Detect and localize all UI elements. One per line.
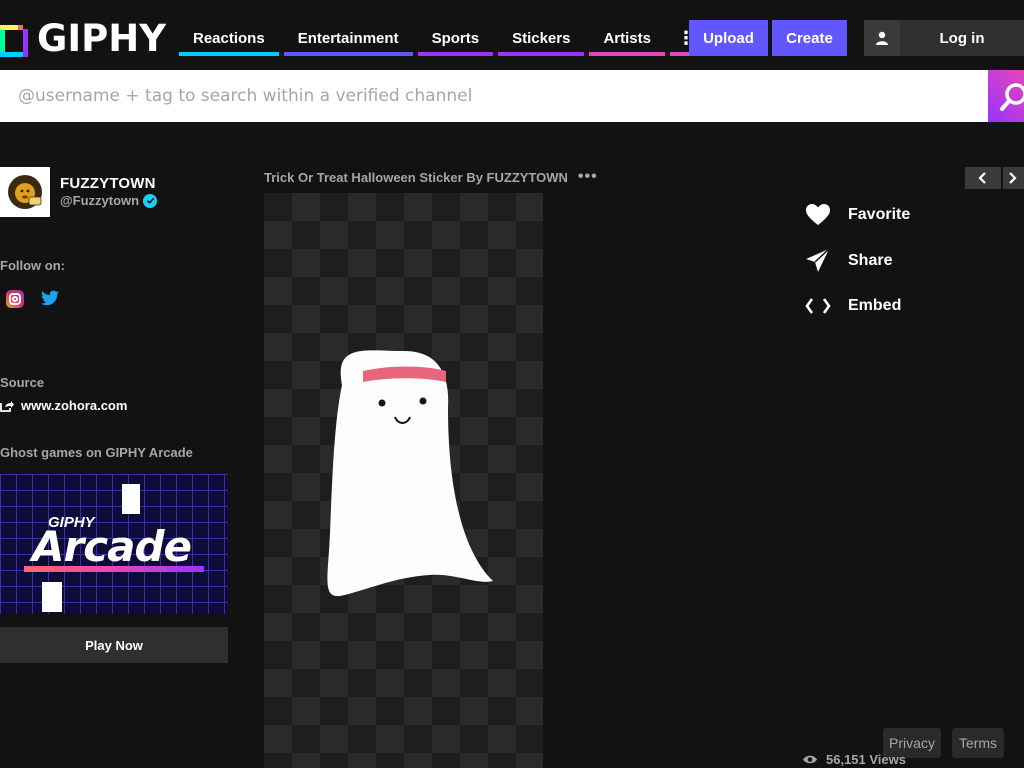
nav-underline	[417, 52, 494, 56]
source-url: www.zohora.com	[21, 398, 128, 413]
nav-underline	[498, 52, 585, 56]
nav-reactions[interactable]: Reactions	[179, 20, 279, 56]
create-button[interactable]: Create	[772, 20, 847, 56]
view-count: 56,151 Views	[802, 752, 906, 767]
search-icon	[1000, 83, 1024, 111]
giphy-logo[interactable]: GIPHY	[0, 20, 166, 58]
eye-icon	[803, 755, 817, 764]
verified-badge-icon	[143, 193, 158, 208]
upload-button[interactable]: Upload	[689, 20, 768, 56]
gif-title: Trick Or Treat Halloween Sticker By FUZZ…	[264, 169, 568, 185]
ghost-sticker-image	[327, 350, 493, 597]
twitter-icon[interactable]	[41, 290, 59, 308]
nav-sports[interactable]: Sports	[417, 20, 494, 56]
nav-label: Reactions	[193, 29, 265, 47]
arcade-block-icon	[42, 582, 62, 612]
play-now-button[interactable]: Play Now	[0, 627, 228, 663]
more-options-icon[interactable]: •••	[578, 168, 598, 186]
logo-text: GIPHY	[37, 17, 167, 60]
chevron-left-icon	[978, 172, 986, 184]
follow-on-label: Follow on:	[0, 258, 65, 273]
channel-text: FUZZYTOWN @Fuzzytown	[60, 167, 158, 217]
channel-handle[interactable]: @Fuzzytown	[60, 193, 139, 208]
nav-underline	[589, 52, 665, 56]
site-header: GIPHY Reactions Entertainment Sports Sti…	[0, 0, 1024, 70]
terms-link[interactable]: Terms	[952, 728, 1004, 758]
code-brackets-icon	[804, 292, 832, 320]
gif-actions: Favorite Share Embed	[804, 200, 910, 337]
nav-stickers[interactable]: Stickers	[498, 20, 585, 56]
external-link-icon	[0, 400, 14, 412]
nav-underline	[283, 52, 413, 56]
next-button[interactable]	[1003, 167, 1024, 189]
arcade-word: Arcade	[32, 522, 192, 571]
channel-handle-row: @Fuzzytown	[60, 193, 158, 208]
gif-viewer[interactable]	[264, 193, 543, 768]
nav-artists[interactable]: Artists	[589, 20, 665, 56]
arcade-title: Ghost games on GIPHY Arcade	[0, 445, 193, 460]
giphy-logo-icon	[0, 21, 28, 57]
channel-name[interactable]: FUZZYTOWN	[60, 175, 157, 192]
arcade-block-icon	[122, 484, 140, 514]
paper-plane-icon	[804, 247, 832, 275]
favorite-label: Favorite	[848, 206, 911, 223]
nav-label: Stickers	[512, 29, 571, 47]
nav-entertainment[interactable]: Entertainment	[283, 20, 413, 56]
share-button[interactable]: Share	[804, 246, 910, 276]
gif-title-row: Trick Or Treat Halloween Sticker By FUZZ…	[264, 168, 598, 186]
nav-label: Entertainment	[297, 29, 399, 47]
chevron-right-icon	[1009, 172, 1017, 184]
arcade-promo-image[interactable]: GIPHY Arcade	[0, 474, 228, 614]
avatar[interactable]	[0, 167, 50, 217]
main-nav: Reactions Entertainment Sports Stickers …	[179, 20, 702, 56]
favorite-button[interactable]: Favorite	[804, 200, 910, 230]
user-icon	[864, 20, 900, 56]
share-label: Share	[848, 251, 893, 269]
source-link[interactable]: www.zohora.com	[0, 398, 127, 413]
search-input[interactable]	[0, 70, 988, 122]
arcade-stripe	[24, 566, 204, 572]
views-label: 56,151 Views	[826, 752, 906, 767]
embed-button[interactable]: Embed	[804, 291, 910, 321]
nav-underline	[179, 52, 279, 56]
search-bar	[0, 70, 1024, 122]
login-label: Log in	[939, 29, 985, 47]
nav-label: Sports	[431, 29, 480, 47]
heart-icon	[804, 201, 832, 229]
search-button[interactable]	[988, 70, 1024, 122]
previous-button[interactable]	[965, 167, 1001, 189]
nav-label: Artists	[603, 29, 651, 47]
login-button[interactable]: Log in	[864, 20, 1024, 56]
instagram-icon[interactable]	[6, 290, 24, 308]
lion-avatar-icon	[8, 175, 42, 209]
channel-info[interactable]: FUZZYTOWN @Fuzzytown	[0, 167, 158, 217]
source-label: Source	[0, 375, 45, 390]
embed-label: Embed	[848, 297, 902, 314]
